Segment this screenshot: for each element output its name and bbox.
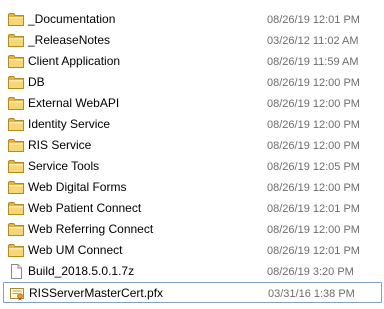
folder-row[interactable]: Service Tools 08/26/19 12:05 PM: [0, 156, 384, 177]
folder-row[interactable]: _ReleaseNotes 03/26/12 11:02 AM: [0, 30, 384, 51]
file-name: Web UM Connect: [28, 243, 123, 257]
file-name: _Documentation: [28, 12, 116, 26]
folder-row[interactable]: Identity Service 08/26/19 12:00 PM: [0, 114, 384, 135]
folder-row[interactable]: Client Application 08/26/19 11:59 AM: [0, 51, 384, 72]
folder-icon: [8, 33, 24, 48]
file-date-modified: 08/26/19 12:05 PM: [267, 161, 360, 173]
folder-row[interactable]: Web Referring Connect 08/26/19 12:00 PM: [0, 219, 384, 240]
folder-icon: [8, 75, 24, 90]
folder-icon: [8, 180, 24, 195]
folder-icon: [8, 96, 24, 111]
certificate-icon: [9, 286, 25, 301]
file-name: Web Referring Connect: [28, 222, 154, 236]
folder-row[interactable]: External WebAPI 08/26/19 12:00 PM: [0, 93, 384, 114]
file-list: _Documentation 08/26/19 12:01 PM _Release…: [0, 9, 384, 303]
file-date-modified: 08/26/19 12:00 PM: [267, 182, 360, 194]
folder-row[interactable]: Web UM Connect 08/26/19 12:01 PM: [0, 240, 384, 261]
file-date-modified: 08/26/19 3:20 PM: [267, 266, 354, 278]
file-name: RISServerMasterCert.pfx: [29, 286, 164, 300]
folder-row[interactable]: Web Digital Forms 08/26/19 12:00 PM: [0, 177, 384, 198]
folder-icon: [8, 117, 24, 132]
file-date-modified: 03/26/12 11:02 AM: [267, 35, 359, 47]
folder-icon: [8, 54, 24, 69]
file-name: Build_2018.5.0.1.7z: [28, 264, 135, 278]
folder-row[interactable]: Web Patient Connect 08/26/19 12:01 PM: [0, 198, 384, 219]
file-date-modified: 08/26/19 12:00 PM: [267, 77, 360, 89]
folder-row[interactable]: _Documentation 08/26/19 12:01 PM: [0, 9, 384, 30]
folder-icon: [8, 159, 24, 174]
folder-icon: [8, 12, 24, 27]
file-name: Identity Service: [28, 117, 111, 131]
file-name: External WebAPI: [28, 96, 120, 110]
file-name: _ReleaseNotes: [28, 33, 111, 47]
file-name: Client Application: [28, 54, 121, 68]
file-date-modified: 08/26/19 12:00 PM: [267, 98, 360, 110]
file-name: Service Tools: [28, 159, 100, 173]
folder-icon: [8, 201, 24, 216]
file-date-modified: 08/26/19 12:01 PM: [267, 245, 360, 257]
file-date-modified: 08/26/19 12:00 PM: [267, 140, 360, 152]
file-row[interactable]: Build_2018.5.0.1.7z 08/26/19 3:20 PM: [0, 261, 384, 282]
file-row[interactable]: RISServerMasterCert.pfx 03/31/16 1:38 PM: [3, 282, 382, 303]
file-name: Web Patient Connect: [28, 201, 142, 215]
file-date-modified: 08/26/19 12:01 PM: [267, 203, 360, 215]
file-date-modified: 03/31/16 1:38 PM: [268, 288, 355, 300]
file-icon: [8, 264, 24, 279]
file-name: Web Digital Forms: [28, 180, 127, 194]
folder-row[interactable]: DB 08/26/19 12:00 PM: [0, 72, 384, 93]
folder-row[interactable]: RIS Service 08/26/19 12:00 PM: [0, 135, 384, 156]
file-name: RIS Service: [28, 138, 92, 152]
folder-icon: [8, 243, 24, 258]
file-date-modified: 08/26/19 12:00 PM: [267, 224, 360, 236]
folder-icon: [8, 222, 24, 237]
file-date-modified: 08/26/19 12:00 PM: [267, 119, 360, 131]
file-date-modified: 08/26/19 11:59 AM: [267, 56, 359, 68]
file-date-modified: 08/26/19 12:01 PM: [267, 14, 360, 26]
file-name: DB: [28, 75, 45, 89]
folder-icon: [8, 138, 24, 153]
